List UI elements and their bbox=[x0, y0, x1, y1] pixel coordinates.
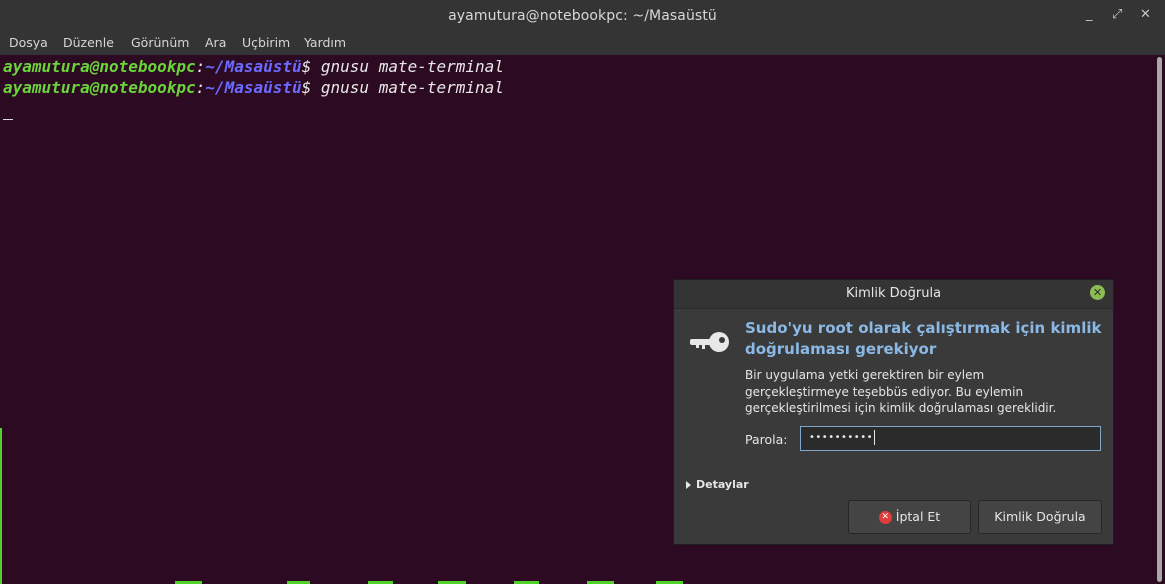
scrollbar-thumb[interactable] bbox=[1157, 57, 1162, 582]
auth-dialog: Kimlik Doğrula ✕ Sudo'yu root olarak çal… bbox=[673, 279, 1114, 545]
menu-ucbirim[interactable]: Uçbirim bbox=[242, 35, 290, 50]
prompt-separator: : bbox=[195, 57, 206, 76]
terminal-line: ayamutura@notebookpc:~/Masaüstü$ gnusu m… bbox=[3, 57, 504, 76]
dialog-title: Kimlik Doğrula bbox=[845, 286, 942, 301]
cancel-icon: ✕ bbox=[878, 511, 892, 524]
minimize-icon[interactable]: _ bbox=[1086, 7, 1093, 22]
prompt-path: ~/Masaüstü bbox=[205, 57, 302, 76]
prompt-symbol: $ bbox=[301, 57, 321, 76]
dialog-heading: Sudo'yu root olarak çalıştırmak için kim… bbox=[745, 319, 1102, 358]
command-text: gnusu mate-terminal bbox=[320, 78, 504, 97]
dialog-titlebar[interactable]: Kimlik Doğrula ✕ bbox=[674, 280, 1113, 309]
menu-duzenle[interactable]: Düzenle bbox=[63, 35, 114, 50]
prompt-symbol: $ bbox=[301, 78, 321, 97]
dialog-close-icon[interactable]: ✕ bbox=[1090, 285, 1105, 300]
details-label: Detaylar bbox=[696, 478, 749, 491]
menu-gorunum[interactable]: Görünüm bbox=[131, 35, 189, 50]
password-label: Parola: bbox=[745, 432, 788, 447]
prompt-user: ayamutura@notebookpc bbox=[3, 57, 196, 76]
menubar: Dosya Düzenle Görünüm Ara Uçbirim Yardım bbox=[0, 32, 1165, 55]
menu-dosya[interactable]: Dosya bbox=[9, 35, 48, 50]
close-icon[interactable]: ✕ bbox=[1140, 7, 1151, 22]
command-text: gnusu mate-terminal bbox=[320, 57, 504, 76]
password-value: •••••••••• bbox=[809, 432, 873, 443]
window-titlebar[interactable]: ayamutura@notebookpc: ~/Masaüstü _ ⤢ ✕ bbox=[0, 0, 1165, 32]
maximize-icon[interactable]: ⤢ bbox=[1112, 7, 1122, 22]
text-caret bbox=[873, 429, 875, 445]
menu-ara[interactable]: Ara bbox=[205, 35, 226, 50]
authenticate-button[interactable]: Kimlik Doğrula bbox=[978, 500, 1102, 534]
cancel-button[interactable]: ✕ İptal Et bbox=[848, 500, 971, 534]
terminal-line: ayamutura@notebookpc:~/Masaüstü$ gnusu m… bbox=[3, 78, 504, 97]
prompt-path: ~/Masaüstü bbox=[205, 78, 302, 97]
terminal-cursor bbox=[3, 119, 13, 120]
menu-yardim[interactable]: Yardım bbox=[304, 35, 346, 50]
background-window-edge bbox=[0, 428, 2, 584]
details-expander[interactable]: Detaylar bbox=[686, 478, 749, 491]
expander-arrow-icon bbox=[686, 481, 691, 489]
password-input[interactable]: •••••••••• bbox=[800, 426, 1101, 451]
prompt-separator: : bbox=[195, 78, 206, 97]
cancel-label: İptal Et bbox=[895, 509, 941, 524]
prompt-user: ayamutura@notebookpc bbox=[3, 78, 196, 97]
terminal-scrollbar[interactable] bbox=[1153, 55, 1165, 584]
window-title: ayamutura@notebookpc: ~/Masaüstü bbox=[448, 8, 717, 24]
authenticate-label: Kimlik Doğrula bbox=[994, 509, 1086, 524]
key-icon bbox=[690, 332, 729, 352]
dialog-message: Bir uygulama yetki gerektiren bir eylem … bbox=[745, 368, 1057, 415]
